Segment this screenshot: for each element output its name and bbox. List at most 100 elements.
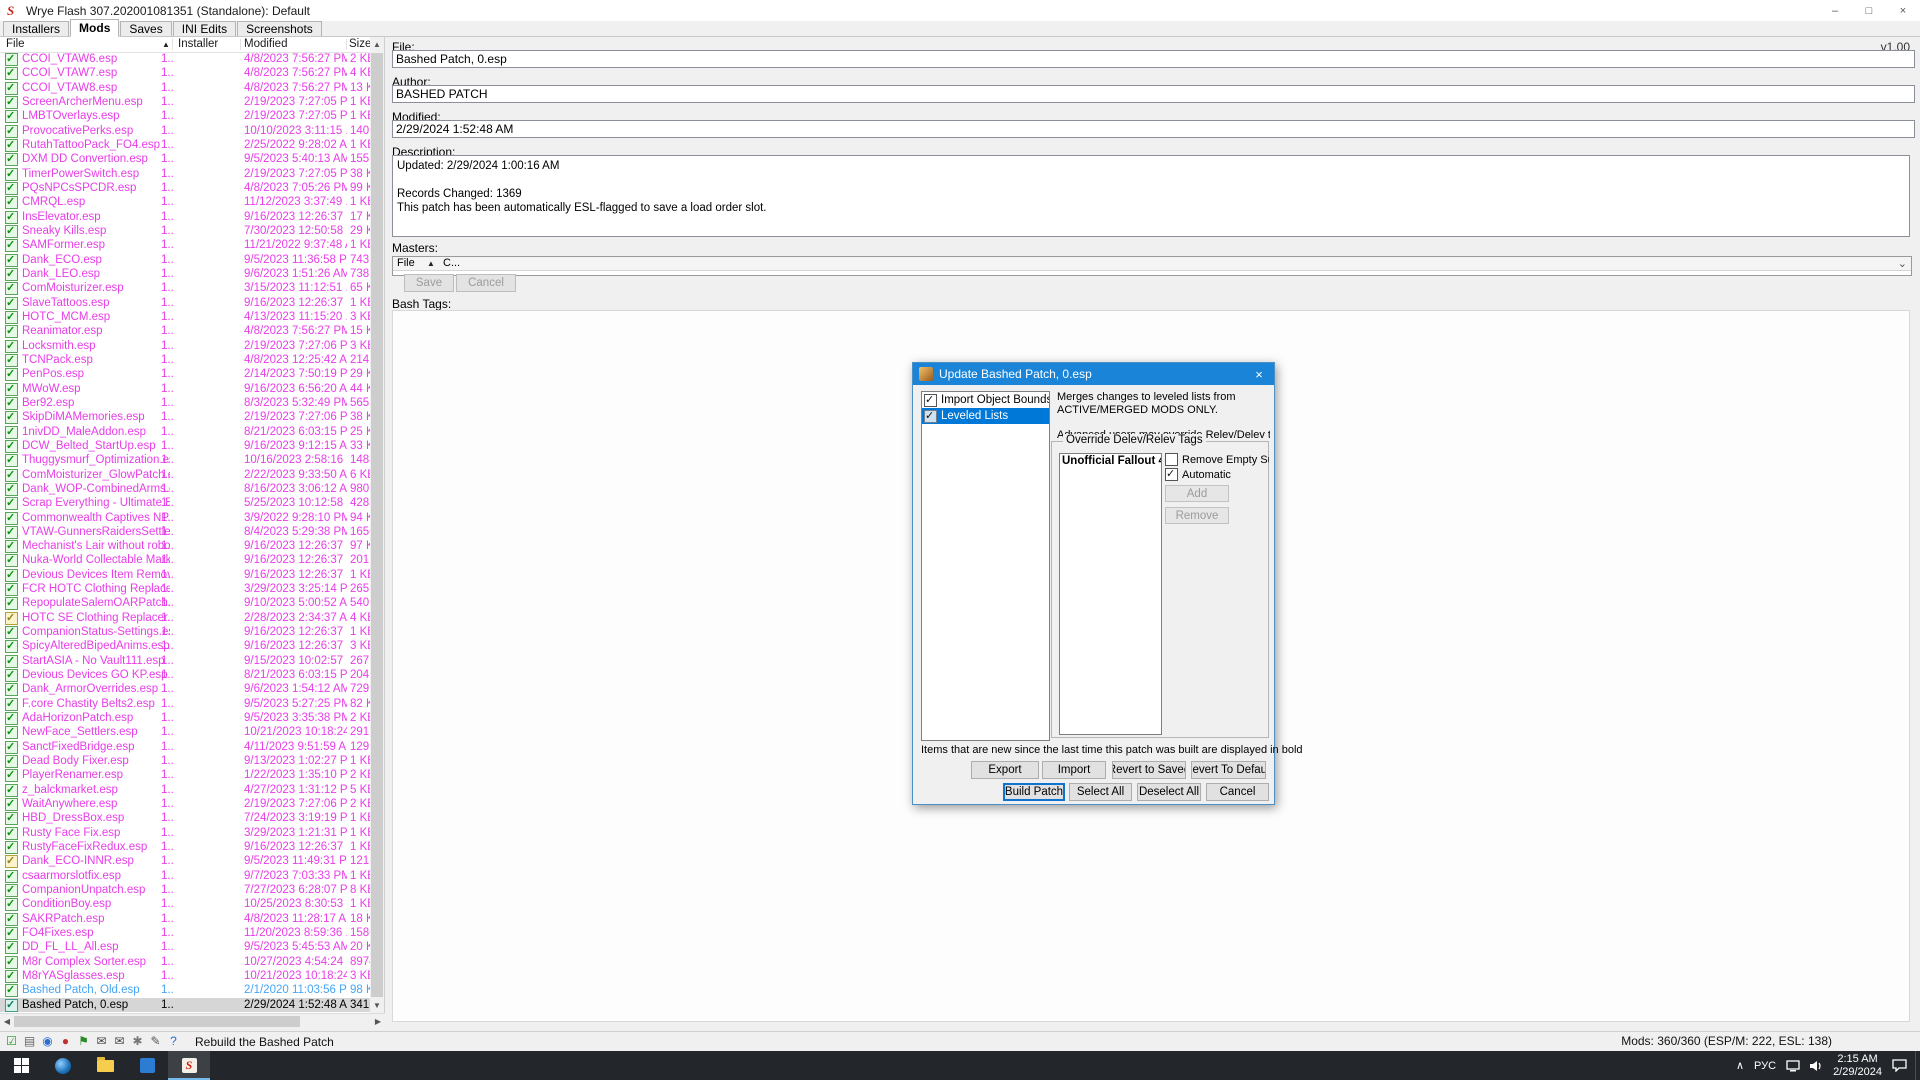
mod-active-checkbox[interactable] (5, 311, 18, 324)
scroll-right-icon[interactable]: ▶ (371, 1014, 385, 1029)
network-icon[interactable] (1786, 1060, 1800, 1072)
mod-row[interactable]: M8rYASglasses.esp1..10/21/2023 10:18:24.… (0, 969, 371, 983)
tab-saves[interactable]: Saves (120, 21, 171, 36)
mod-active-checkbox[interactable] (5, 784, 18, 797)
mod-active-checkbox[interactable] (5, 769, 18, 782)
modified-input[interactable]: 2/29/2024 1:52:48 AM (392, 120, 1915, 138)
mod-row[interactable]: HOTC SE Clothing Replacer.e...1..2/28/20… (0, 611, 371, 625)
column-header-modified[interactable]: Modified (244, 38, 287, 50)
scroll-down-icon[interactable]: ▼ (370, 998, 384, 1013)
mod-row[interactable]: Mechanist's Lair without robob...1..9/16… (0, 539, 371, 553)
mod-row[interactable]: CompanionUnpatch.esp1..7/27/2023 6:28:07… (0, 883, 371, 897)
cancel-button[interactable]: Cancel (1206, 783, 1269, 801)
mod-row[interactable]: TCNPack.esp1..4/8/2023 12:25:42 AM214 (0, 353, 371, 367)
mod-active-checkbox[interactable] (5, 999, 18, 1012)
patcher-checkbox[interactable] (924, 394, 937, 407)
override-mod-item[interactable]: Unofficial Fallout 4 Patch (1060, 454, 1161, 467)
mail-icon-2[interactable]: ✉ (112, 1034, 127, 1049)
file-name-input[interactable]: Bashed Patch, 0.esp (392, 50, 1915, 68)
mod-row[interactable]: CCOI_VTAW7.esp1..4/8/2023 7:56:27 PM4 KB (0, 66, 371, 80)
mod-active-checkbox[interactable] (5, 540, 18, 553)
mod-row[interactable]: Locksmith.esp1..2/19/2023 7:27:06 PM3 KB (0, 339, 371, 353)
mod-active-checkbox[interactable] (5, 741, 18, 754)
mod-row[interactable]: z_balckmarket.esp1..4/27/2023 1:31:12 PM… (0, 783, 371, 797)
add-button[interactable]: Add (1165, 485, 1229, 502)
mod-row[interactable]: SpicyAlteredBipedAnims.esp1..9/16/2023 1… (0, 639, 371, 653)
mod-active-checkbox[interactable] (5, 855, 18, 868)
flag-icon[interactable]: ⚑ (76, 1034, 91, 1049)
mod-row[interactable]: DCW_Belted_StartUp.esp1..9/16/2023 9:12:… (0, 439, 371, 453)
vertical-scrollbar[interactable]: ▲ ▼ (370, 37, 384, 1013)
mod-active-checkbox[interactable] (5, 297, 18, 310)
mod-row[interactable]: CCOI_VTAW8.esp1..4/8/2023 7:56:27 PM13 K (0, 81, 371, 95)
mod-row[interactable]: NewFace_Settlers.esp1..10/21/2023 10:18:… (0, 725, 371, 739)
scroll-up-icon[interactable]: ▲ (370, 37, 384, 52)
select-all-button[interactable]: Select All (1069, 783, 1132, 801)
mod-row[interactable]: SkipDiMAMemories.esp1..2/19/2023 7:27:06… (0, 410, 371, 424)
mod-row[interactable]: RutahTattooPack_FO4.esp1..2/25/2022 9:28… (0, 138, 371, 152)
mod-active-checkbox[interactable] (5, 254, 18, 267)
mod-row[interactable]: WaitAnywhere.esp1..2/19/2023 7:27:06 PM2… (0, 797, 371, 811)
mod-active-checkbox[interactable] (5, 82, 18, 95)
hidden-icons-chevron[interactable]: ∧ (1736, 1059, 1744, 1072)
mod-active-checkbox[interactable] (5, 325, 18, 338)
mod-row[interactable]: 1nivDD_MaleAddon.esp1..8/21/2023 6:03:15… (0, 425, 371, 439)
tab-ini-edits[interactable]: INI Edits (173, 21, 236, 36)
settings-gear-icon[interactable]: ✱ (130, 1034, 145, 1049)
mod-row[interactable]: DD_FL_LL_All.esp1..9/5/2023 5:45:53 AM20… (0, 940, 371, 954)
revert-to-default-button[interactable]: Revert To Default (1191, 761, 1266, 779)
mod-active-checkbox[interactable] (5, 640, 18, 653)
scroll-left-icon[interactable]: ◀ (0, 1014, 14, 1029)
minimize-button[interactable]: – (1818, 0, 1852, 21)
mod-active-checkbox[interactable] (5, 153, 18, 166)
option-checkbox[interactable] (1165, 468, 1178, 481)
tab-installers[interactable]: Installers (3, 21, 69, 36)
mod-active-checkbox[interactable] (5, 884, 18, 897)
mod-active-checkbox[interactable] (5, 483, 18, 496)
mod-active-checkbox[interactable] (5, 268, 18, 281)
mod-row[interactable]: Rusty Face Fix.esp1..3/29/2023 1:21:31 P… (0, 826, 371, 840)
taskbar-clock[interactable]: 2:15 AM 2/29/2024 (1833, 1053, 1882, 1079)
edit-pencil-icon[interactable]: ✎ (148, 1034, 163, 1049)
mod-active-checkbox[interactable] (5, 841, 18, 854)
masters-column-file[interactable]: File (397, 257, 415, 269)
mod-active-checkbox[interactable] (5, 383, 18, 396)
mod-active-checkbox[interactable] (5, 125, 18, 138)
mod-active-checkbox[interactable] (5, 683, 18, 696)
scrollbar-thumb[interactable] (14, 1016, 300, 1027)
cancel-button[interactable]: Cancel (456, 274, 516, 292)
mod-row[interactable]: AdaHorizonPatch.esp1..9/5/2023 3:35:38 P… (0, 711, 371, 725)
remove-button[interactable]: Remove (1165, 507, 1229, 524)
mod-row[interactable]: Dank_WOP-CombinedArms.e...1..8/16/2023 3… (0, 482, 371, 496)
mod-active-checkbox[interactable] (5, 898, 18, 911)
mod-active-checkbox[interactable] (5, 368, 18, 381)
mod-row[interactable]: Dank_ArmorOverrides.esp1..9/6/2023 1:54:… (0, 682, 371, 696)
export-button[interactable]: Export (971, 761, 1039, 779)
mod-active-checkbox[interactable] (5, 182, 18, 195)
mod-active-checkbox[interactable] (5, 913, 18, 926)
modchecker-icon[interactable]: ● (58, 1034, 73, 1049)
import-button[interactable]: Import (1042, 761, 1106, 779)
mail-icon[interactable]: ✉ (94, 1034, 109, 1049)
override-mods-list[interactable]: Unofficial Fallout 4 Patch (1059, 453, 1162, 735)
scrollbar-thumb[interactable] (371, 53, 383, 997)
taskbar-file-explorer-button[interactable] (84, 1051, 126, 1080)
mod-active-checkbox[interactable] (5, 941, 18, 954)
help-icon[interactable]: ? (166, 1034, 181, 1049)
override-option-automatic[interactable]: Automatic (1165, 468, 1269, 481)
author-input[interactable]: BASHED PATCH (392, 85, 1915, 103)
mod-active-checkbox[interactable] (5, 970, 18, 983)
mod-active-checkbox[interactable] (5, 225, 18, 238)
mod-row[interactable]: CompanionStatus-Settings.esp1..9/16/2023… (0, 625, 371, 639)
mod-active-checkbox[interactable] (5, 282, 18, 295)
chevron-down-icon[interactable]: ⌄ (1898, 257, 1907, 270)
mod-row[interactable]: HOTC_MCM.esp1..4/13/2023 11:15:20 ...3 K… (0, 310, 371, 324)
mod-active-checkbox[interactable] (5, 168, 18, 181)
override-option-remove-empty-sublists[interactable]: Remove Empty Sublists (1165, 453, 1269, 466)
patcher-item[interactable]: Import Object Bounds (922, 392, 1049, 408)
maximize-button[interactable]: □ (1852, 0, 1886, 21)
mod-active-checkbox[interactable] (5, 554, 18, 567)
mod-row[interactable]: Bashed Patch, 0.esp1..2/29/2024 1:52:48 … (0, 998, 371, 1012)
mod-active-checkbox[interactable] (5, 53, 18, 66)
mod-row[interactable]: SanctFixedBridge.esp1..4/11/2023 9:51:59… (0, 740, 371, 754)
